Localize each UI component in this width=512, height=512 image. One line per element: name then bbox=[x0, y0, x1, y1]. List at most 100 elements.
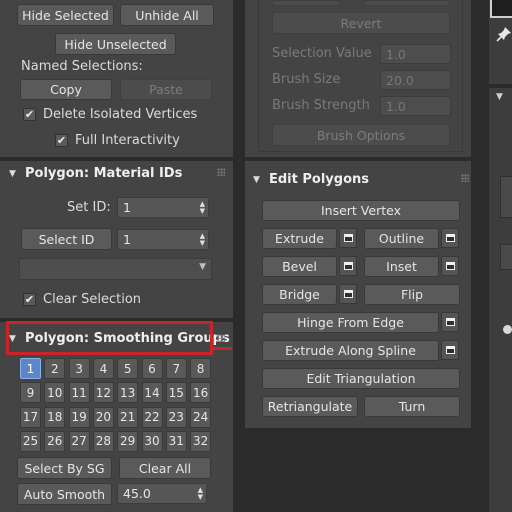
delete-isolated-label: Delete Isolated Vertices bbox=[43, 107, 198, 122]
smoothing-groups-grip-icon[interactable] bbox=[217, 334, 225, 342]
material-ids-title[interactable]: Polygon: Material IDs bbox=[25, 166, 182, 181]
clear-all-button[interactable]: Clear All bbox=[119, 457, 211, 479]
right-panel-rollout-arrow-icon: ▼ bbox=[496, 92, 503, 102]
set-id-spinner-icon[interactable]: ▲ ▼ bbox=[200, 200, 205, 215]
revert-button: Revert bbox=[272, 12, 450, 34]
smoothing-group-18-button[interactable]: 18 bbox=[44, 406, 66, 428]
smoothing-group-32-button[interactable]: 32 bbox=[190, 430, 212, 452]
right-panel-radio-icon bbox=[503, 325, 512, 334]
brush-size-text: 20.0 bbox=[386, 72, 414, 88]
select-id-value: 1 bbox=[123, 232, 131, 247]
retriangulate-button[interactable]: Retriangulate bbox=[262, 396, 358, 417]
set-id-value: 1 bbox=[123, 200, 131, 215]
brush-strength-field: 1.0 bbox=[380, 96, 451, 116]
smoothing-group-1-button[interactable]: 1 bbox=[20, 358, 41, 379]
extrude-button[interactable]: Extrude bbox=[262, 228, 337, 249]
right-panel-top-box bbox=[490, 0, 512, 18]
smoothing-group-9-button[interactable]: 9 bbox=[20, 382, 41, 404]
inset-settings-button[interactable] bbox=[441, 256, 459, 276]
delete-isolated-checkbox[interactable]: ✔ bbox=[23, 108, 36, 121]
select-by-sg-button[interactable]: Select By SG bbox=[17, 457, 112, 479]
inset-button[interactable]: Inset bbox=[364, 256, 439, 277]
smoothing-group-19-button[interactable]: 19 bbox=[68, 406, 90, 428]
settings-box-icon bbox=[343, 290, 353, 298]
bevel-button[interactable]: Bevel bbox=[262, 256, 337, 277]
pin-button-disabled bbox=[272, 0, 340, 6]
smoothing-group-13-button[interactable]: 13 bbox=[117, 382, 139, 404]
pin-icon[interactable] bbox=[496, 26, 512, 42]
smoothing-group-21-button[interactable]: 21 bbox=[117, 406, 139, 428]
flip-button[interactable]: Flip bbox=[364, 284, 460, 305]
smoothing-group-16-button[interactable]: 16 bbox=[190, 382, 212, 404]
hide-unselected-button[interactable]: Hide Unselected bbox=[55, 33, 176, 55]
extrude-spline-settings-button[interactable] bbox=[441, 340, 459, 360]
material-name-dropdown[interactable]: ▼ bbox=[19, 258, 212, 280]
set-id-label: Set ID: bbox=[67, 200, 111, 215]
smoothing-group-8-button[interactable]: 8 bbox=[190, 358, 212, 379]
smoothing-group-12-button[interactable]: 12 bbox=[92, 382, 114, 404]
smoothing-group-17-button[interactable]: 17 bbox=[20, 406, 41, 428]
brush-strength-text: 1.0 bbox=[386, 98, 406, 114]
smoothing-group-25-button[interactable]: 25 bbox=[20, 430, 41, 452]
bevel-settings-button[interactable] bbox=[339, 256, 357, 276]
smoothing-group-23-button[interactable]: 23 bbox=[165, 406, 187, 428]
settings-box-icon bbox=[445, 346, 455, 354]
smoothing-group-4-button[interactable]: 4 bbox=[92, 358, 114, 379]
select-id-field[interactable]: 1 ▲ ▼ bbox=[117, 229, 209, 250]
brush-options-button: Brush Options bbox=[272, 124, 450, 146]
right-panel-divider bbox=[489, 84, 512, 88]
smoothing-group-29-button[interactable]: 29 bbox=[117, 430, 139, 452]
auto-smooth-spinner-icon[interactable]: ▲ ▼ bbox=[198, 486, 203, 501]
extrude-along-spline-button[interactable]: Extrude Along Spline bbox=[262, 340, 439, 361]
turn-button[interactable]: Turn bbox=[364, 396, 460, 417]
smoothing-group-6-button[interactable]: 6 bbox=[141, 358, 163, 379]
auto-smooth-button[interactable]: Auto Smooth bbox=[17, 483, 112, 505]
smoothing-group-27-button[interactable]: 27 bbox=[68, 430, 90, 452]
bridge-settings-button[interactable] bbox=[339, 284, 357, 304]
settings-box-icon bbox=[445, 262, 455, 270]
select-id-button[interactable]: Select ID bbox=[21, 228, 112, 250]
smoothing-group-3-button[interactable]: 3 bbox=[68, 358, 90, 379]
hinge-settings-button[interactable] bbox=[441, 312, 459, 332]
edit-polygons-collapse-arrow-icon[interactable]: ▼ bbox=[253, 175, 260, 185]
copy-button[interactable]: Copy bbox=[20, 79, 112, 100]
outline-settings-button[interactable] bbox=[441, 228, 459, 248]
material-ids-collapse-arrow-icon[interactable]: ▼ bbox=[9, 169, 16, 179]
edit-polygons-title[interactable]: Edit Polygons bbox=[269, 172, 369, 187]
extrude-settings-button[interactable] bbox=[339, 228, 357, 248]
bridge-button[interactable]: Bridge bbox=[262, 284, 337, 305]
hide-selected-button[interactable]: Hide Selected bbox=[17, 4, 114, 26]
smoothing-group-30-button[interactable]: 30 bbox=[141, 430, 163, 452]
rollout-divider-mid-1 bbox=[245, 157, 471, 161]
brush-size-field: 20.0 bbox=[380, 70, 451, 90]
smoothing-group-20-button[interactable]: 20 bbox=[92, 406, 114, 428]
smoothing-group-22-button[interactable]: 22 bbox=[141, 406, 163, 428]
column-divider-left bbox=[233, 0, 245, 512]
smoothing-group-15-button[interactable]: 15 bbox=[165, 382, 187, 404]
clear-selection-checkbox[interactable]: ✔ bbox=[23, 293, 36, 306]
hinge-from-edge-button[interactable]: Hinge From Edge bbox=[262, 312, 439, 333]
brush-size-label: Brush Size bbox=[272, 72, 341, 87]
selection-value-text: 1.0 bbox=[386, 46, 406, 62]
smoothing-group-11-button[interactable]: 11 bbox=[68, 382, 90, 404]
smoothing-group-2-button[interactable]: 2 bbox=[44, 358, 66, 379]
full-interactivity-label: Full Interactivity bbox=[75, 133, 180, 148]
smoothing-group-24-button[interactable]: 24 bbox=[190, 406, 212, 428]
smoothing-group-7-button[interactable]: 7 bbox=[165, 358, 187, 379]
material-ids-grip-icon[interactable] bbox=[217, 168, 225, 176]
edit-polygons-grip-icon[interactable] bbox=[461, 174, 469, 182]
smoothing-group-26-button[interactable]: 26 bbox=[44, 430, 66, 452]
auto-smooth-threshold-field[interactable]: 45.0 ▲ ▼ bbox=[117, 483, 207, 504]
unhide-all-button[interactable]: Unhide All bbox=[120, 4, 214, 26]
edit-triangulation-button[interactable]: Edit Triangulation bbox=[262, 368, 460, 389]
smoothing-group-28-button[interactable]: 28 bbox=[92, 430, 114, 452]
smoothing-group-10-button[interactable]: 10 bbox=[44, 382, 66, 404]
select-id-spinner-icon[interactable]: ▲ ▼ bbox=[200, 232, 205, 247]
smoothing-group-31-button[interactable]: 31 bbox=[165, 430, 187, 452]
smoothing-group-14-button[interactable]: 14 bbox=[141, 382, 163, 404]
outline-button[interactable]: Outline bbox=[364, 228, 439, 249]
insert-vertex-button[interactable]: Insert Vertex bbox=[262, 200, 460, 221]
set-id-field[interactable]: 1 ▲ ▼ bbox=[117, 197, 209, 218]
smoothing-group-5-button[interactable]: 5 bbox=[117, 358, 139, 379]
full-interactivity-checkbox[interactable]: ✔ bbox=[55, 134, 68, 147]
